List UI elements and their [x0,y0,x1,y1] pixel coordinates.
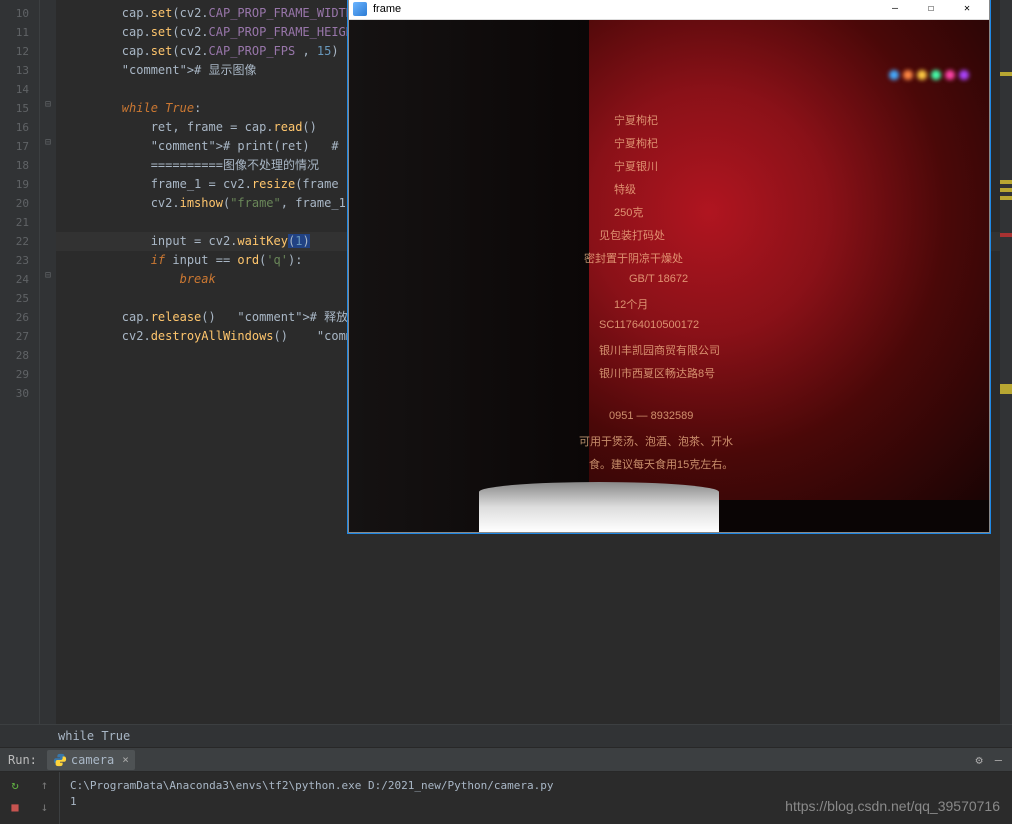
line-number[interactable]: 18 [0,156,39,175]
breadcrumb-item[interactable]: while True [58,729,130,743]
line-number[interactable]: 14 [0,80,39,99]
breadcrumb-bar[interactable]: while True [0,724,1012,747]
line-number[interactable]: 12 [0,42,39,61]
fold-gutter[interactable]: ⊟ ⊟ ⊟ [40,0,56,724]
product-label-text: 宁夏银川 [614,158,658,174]
line-number[interactable]: 19 [0,175,39,194]
minimize-panel-icon[interactable]: — [995,753,1002,767]
product-label-text: 特级 [614,181,636,197]
python-icon [53,753,67,767]
run-tool-column-2: ↑ ↓ [30,772,60,824]
camera-frame-content: 宁夏枸杞宁夏枸杞宁夏银川特级250克见包装打码处密封置于阴凉干燥处GB/T 18… [349,20,989,532]
run-panel-label: Run: [8,753,37,767]
opencv-frame-window[interactable]: frame — ☐ ✕ 宁夏枸杞宁夏枸杞宁夏银川特级250克见包装打码处密封置于… [348,0,990,533]
product-label-text: 宁夏枸杞 [614,112,658,128]
line-number[interactable]: 15 [0,99,39,118]
stop-icon[interactable]: ■ [8,800,22,814]
gear-icon[interactable]: ⚙ [976,753,983,767]
run-tab[interactable]: camera × [47,750,135,770]
line-number[interactable]: 20 [0,194,39,213]
fold-toggle[interactable]: ⊟ [42,137,54,148]
product-label-text: 银川市西夏区畅达路8号 [599,365,715,381]
up-icon[interactable]: ↑ [38,778,52,792]
fold-toggle[interactable]: ⊟ [42,270,54,281]
editor-scrollbar-markers[interactable] [1000,0,1012,724]
window-title: frame [373,3,877,15]
line-number[interactable]: 21 [0,213,39,232]
run-header: Run: camera × ⚙ — [0,747,1012,772]
product-label-text: 密封置于阴凉干燥处 [584,250,683,266]
line-number[interactable]: 24 [0,270,39,289]
line-number[interactable]: 13 [0,61,39,80]
console-line[interactable]: C:\ProgramData\Anaconda3\envs\tf2\python… [70,778,1002,794]
product-label-text: 可用于煲汤、泡酒、泡茶、开水 [579,433,733,449]
line-number[interactable]: 27 [0,327,39,346]
run-tab-name: camera [71,753,114,767]
fold-toggle[interactable]: ⊟ [42,99,54,110]
run-tool-column-1: ↻ ■ [0,772,30,824]
line-number[interactable]: 25 [0,289,39,308]
line-number[interactable]: 10 [0,4,39,23]
line-number[interactable]: 16 [0,118,39,137]
down-icon[interactable]: ↓ [38,800,52,814]
app-icon [353,2,367,16]
line-number[interactable]: 28 [0,346,39,365]
product-label-text: 见包装打码处 [599,227,665,243]
maximize-button[interactable]: ☐ [913,0,949,19]
product-label-text: 银川丰凯园商贸有限公司 [599,342,720,358]
line-gutter[interactable]: 1011121314151617181920212223242526272829… [0,0,40,724]
minimize-button[interactable]: — [877,0,913,19]
window-titlebar[interactable]: frame — ☐ ✕ [349,0,989,20]
product-label-text: SC11764010500172 [599,319,699,331]
run-tab-close[interactable]: × [122,753,129,766]
close-button[interactable]: ✕ [949,0,985,19]
line-number[interactable]: 30 [0,384,39,403]
line-number[interactable]: 22 [0,232,39,251]
product-label-text: 12个月 [614,296,648,312]
watermark: https://blog.csdn.net/qq_39570716 [785,798,1000,814]
line-number[interactable]: 26 [0,308,39,327]
product-label-text: 250克 [614,204,643,220]
line-number[interactable]: 17 [0,137,39,156]
product-label-text: 食。建议每天食用15克左右。 [589,456,733,472]
line-number[interactable]: 11 [0,23,39,42]
product-label-text: 宁夏枸杞 [614,135,658,151]
rerun-icon[interactable]: ↻ [8,778,22,792]
product-label-text: GB/T 18672 [629,273,688,285]
line-number[interactable]: 29 [0,365,39,384]
product-label-text: 0951 — 8932589 [609,410,693,422]
line-number[interactable]: 23 [0,251,39,270]
